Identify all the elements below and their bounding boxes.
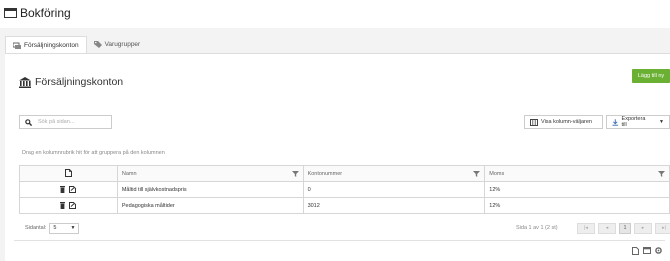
column-chooser-button[interactable]: Visa kolumn-väljaren <box>524 115 603 129</box>
first-page-icon: |◂ <box>584 225 588 231</box>
chevron-down-icon: ▼ <box>70 225 76 231</box>
window-icon[interactable] <box>643 247 651 254</box>
grid-pager: Sidantal: 5 ▼ Sida 1 av 1 (2 st) |◂ ◂ 1 … <box>19 218 670 238</box>
register-icon <box>4 8 17 18</box>
page-info: Sida 1 av 1 (2 st) <box>516 225 558 231</box>
column-header-vat[interactable]: Moms <box>484 165 670 182</box>
next-page-button[interactable]: ▸ <box>634 222 652 234</box>
edit-document-icon[interactable] <box>69 186 77 193</box>
column-header-label: Kontonummer <box>307 170 343 177</box>
cell-name: Måltid till självkostnadspris <box>116 181 304 198</box>
new-document-icon[interactable] <box>64 168 72 177</box>
sales-accounts-panel: Försäljningskonton Lägg till ny Visa kol… <box>5 53 670 261</box>
accounts-table: Namn Kontonummer Moms Måltid till självk… <box>19 165 670 214</box>
panel-title-text: Försäljningskonton <box>35 76 124 88</box>
page-size-value: 5 <box>53 225 57 231</box>
first-page-button[interactable]: |◂ <box>577 222 595 234</box>
download-icon <box>612 118 619 126</box>
tab-label: Försäljningskonton <box>24 41 79 49</box>
table-row: Måltid till självkostnadspris 0 12% <box>19 181 670 198</box>
current-page-button[interactable]: 1 <box>619 222 631 234</box>
last-page-button[interactable]: ▸| <box>655 222 670 234</box>
column-chooser-icon <box>530 118 538 126</box>
row-actions <box>19 181 118 198</box>
tags-icon <box>93 41 102 48</box>
next-page-icon: ▸ <box>641 225 645 231</box>
table-row: Pedagogiska måltider 3012 12% <box>19 197 670 214</box>
tab-sales-accounts[interactable]: Försäljningskonton <box>5 36 87 53</box>
footer-icons <box>632 247 662 255</box>
export-label: Exportera till <box>621 116 646 128</box>
search-icon <box>25 118 32 126</box>
chevron-down-icon: ▼ <box>659 119 664 125</box>
column-chooser-label: Visa kolumn-väljaren <box>541 119 592 125</box>
filter-icon[interactable] <box>291 170 299 177</box>
filter-icon[interactable] <box>658 170 665 177</box>
footer-divider <box>14 240 665 241</box>
export-file-icon[interactable] <box>632 247 639 255</box>
cell-vat: 12% <box>484 181 670 198</box>
panel-title: Försäljningskonton <box>19 76 123 88</box>
page-size-select[interactable]: 5 ▼ <box>49 222 80 234</box>
money-icon <box>13 42 21 49</box>
cell-account: 0 <box>302 181 486 198</box>
app-header: Bokföring <box>0 0 670 28</box>
trash-icon[interactable] <box>60 186 66 193</box>
search-box[interactable] <box>19 115 112 129</box>
filter-icon[interactable] <box>473 170 481 177</box>
cell-vat: 12% <box>484 197 670 214</box>
app-title: Bokföring <box>20 6 71 20</box>
column-header-actions <box>19 165 118 182</box>
trash-icon[interactable] <box>60 202 66 209</box>
search-input[interactable] <box>38 119 98 125</box>
tab-product-groups[interactable]: Varugrupper <box>87 36 148 53</box>
cell-name: Pedagogiska måltider <box>116 197 304 214</box>
group-panel-hint: Drag en kolumnrubrik hit för att grupper… <box>22 150 165 156</box>
table-header-row: Namn Kontonummer Moms <box>19 165 670 182</box>
tab-bar: Försäljningskonton Varugrupper <box>5 36 147 53</box>
prev-page-icon: ◂ <box>605 225 609 231</box>
tab-label: Varugrupper <box>104 41 141 48</box>
cell-account: 3012 <box>302 197 486 214</box>
column-header-label: Moms <box>489 170 505 177</box>
export-button[interactable]: Exportera till ▼ <box>606 115 670 129</box>
pager-buttons: |◂ ◂ 1 ▸ ▸| <box>577 222 670 234</box>
settings-icon[interactable] <box>655 247 662 254</box>
row-actions <box>19 197 118 214</box>
edit-document-icon[interactable] <box>69 202 77 209</box>
page-size-label: Sidantal: <box>25 225 47 231</box>
column-header-label: Namn <box>121 170 137 177</box>
add-new-button[interactable]: Lägg till ny <box>632 69 670 83</box>
column-header-account[interactable]: Kontonummer <box>302 165 486 182</box>
prev-page-button[interactable]: ◂ <box>598 222 616 234</box>
bank-icon <box>19 76 31 88</box>
column-header-name[interactable]: Namn <box>116 165 304 182</box>
last-page-icon: ▸| <box>662 225 666 231</box>
